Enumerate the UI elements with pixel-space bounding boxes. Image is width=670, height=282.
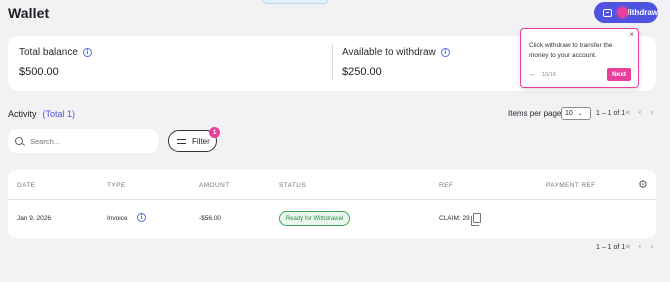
cell-amount: -$56.00: [199, 215, 222, 222]
activity-label: Activity: [8, 109, 37, 119]
prev-page-icon[interactable]: ‹: [638, 242, 642, 252]
tour-hotspot[interactable]: [617, 7, 628, 18]
next-page-icon[interactable]: ›: [650, 108, 654, 118]
items-per-page-value: 10: [565, 110, 573, 117]
bank-icon: [603, 8, 613, 17]
top-notification-tab[interactable]: [263, 0, 328, 4]
gear-icon[interactable]: ⚙: [638, 179, 648, 190]
column-header-type[interactable]: TYPE: [107, 182, 126, 189]
tooltip-message: Click withdraw to transfer the money to …: [529, 42, 613, 59]
column-header-ref[interactable]: REF: [439, 182, 453, 189]
column-header-status[interactable]: STATUS: [279, 182, 306, 189]
tooltip-step: 10/16: [542, 72, 556, 78]
page-title: Wallet: [8, 5, 50, 21]
available-balance-value: $250.00: [342, 66, 382, 78]
total-balance-value: $500.00: [19, 66, 59, 78]
activity-heading: Activity (Total 1): [8, 109, 75, 119]
cell-date: Jan 9, 2026: [17, 215, 51, 222]
items-per-page-label: Items per page:: [508, 109, 564, 118]
filter-label: Filter: [192, 136, 210, 146]
prev-page-icon[interactable]: ‹: [638, 108, 642, 118]
column-header-amount[interactable]: AMOUNT: [199, 182, 230, 189]
table-header-divider: [8, 199, 656, 200]
cell-type: Invoice: [107, 215, 128, 222]
items-per-page-select[interactable]: 10 ⌄: [561, 107, 591, 120]
next-page-icon[interactable]: ›: [650, 242, 654, 252]
copy-icon[interactable]: [471, 213, 481, 226]
search-icon: [15, 137, 23, 145]
pagination-range-top: 1 – 1 of 1: [596, 110, 626, 117]
search-input[interactable]: [30, 136, 140, 146]
cell-ref: CLAIM: 29: [439, 215, 470, 222]
activity-table: [8, 170, 656, 238]
info-icon[interactable]: i: [440, 48, 450, 57]
info-icon[interactable]: i: [137, 213, 146, 222]
first-page-icon[interactable]: «: [625, 242, 631, 252]
first-page-icon[interactable]: «: [625, 108, 631, 118]
chevron-down-icon: ⌄: [577, 111, 583, 117]
close-icon[interactable]: ×: [629, 30, 634, 39]
search-box[interactable]: [8, 129, 158, 153]
next-button[interactable]: Next: [607, 68, 631, 81]
balance-divider: [332, 44, 333, 80]
status-badge: Ready for Withdrawal: [279, 211, 350, 226]
info-icon[interactable]: i: [82, 48, 92, 57]
total-balance-label: Total balance i: [19, 47, 92, 58]
pagination-range-bottom: 1 – 1 of 1: [596, 244, 626, 251]
available-balance-text: Available to withdraw: [342, 47, 436, 58]
filter-sliders-icon: [177, 138, 186, 145]
available-balance-label: Available to withdraw i: [342, 47, 450, 58]
back-arrow-icon[interactable]: ←: [529, 71, 536, 78]
filter-count-badge: 1: [209, 127, 220, 138]
onboarding-tooltip: × Click withdraw to transfer the money t…: [520, 28, 639, 88]
total-balance-text: Total balance: [19, 47, 78, 58]
activity-total[interactable]: (Total 1): [43, 109, 76, 119]
column-header-payment-ref[interactable]: PAYMENT REF: [546, 182, 596, 189]
column-header-date[interactable]: DATE: [17, 182, 35, 189]
